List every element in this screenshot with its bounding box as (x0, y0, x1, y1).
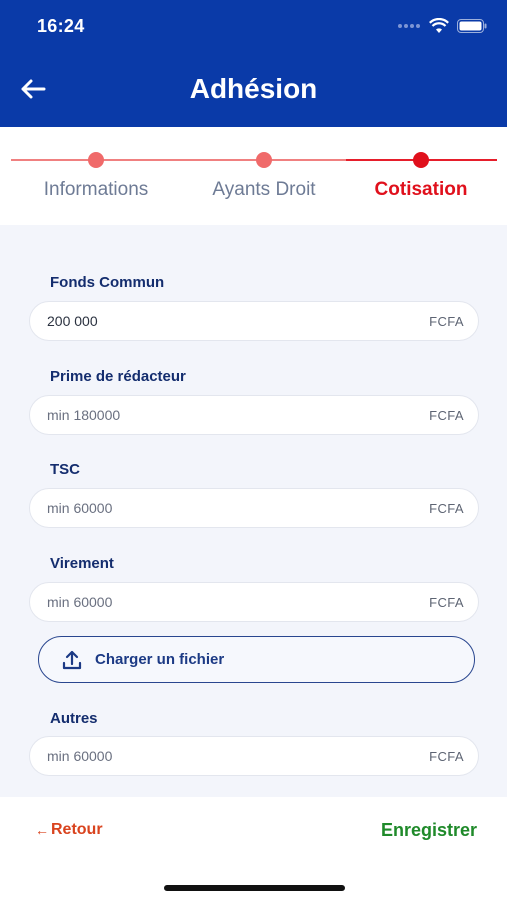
currency-unit: FCFA (429, 408, 464, 423)
wifi-icon (429, 18, 449, 33)
step-connector (11, 159, 96, 161)
back-step-button[interactable]: ← Retour (35, 821, 103, 839)
fonds-commun-field: FCFA (29, 301, 479, 341)
signal-icon (398, 24, 420, 28)
upload-file-label: Charger un fichier (95, 651, 225, 668)
status-time: 16:24 (37, 16, 85, 36)
home-indicator (164, 885, 345, 891)
nav-bar: Adhésion (0, 62, 507, 114)
field-label-virement: Virement (50, 555, 114, 572)
upload-icon (62, 650, 82, 669)
page-title: Adhésion (189, 73, 318, 104)
step-dot-ayants-droit (256, 152, 272, 168)
status-bar: 16:24 (0, 0, 507, 52)
tsc-input[interactable] (47, 489, 377, 527)
stepper: Informations Ayants Droit Cotisation (0, 127, 507, 225)
step-tab-informations[interactable]: Informations (44, 179, 149, 201)
currency-unit: FCFA (429, 501, 464, 516)
currency-unit: FCFA (429, 595, 464, 610)
step-tab-cotisation[interactable]: Cotisation (375, 179, 468, 201)
step-connector (96, 159, 264, 161)
fonds-commun-input[interactable] (47, 302, 377, 340)
status-icons (397, 16, 487, 36)
save-button[interactable]: Enregistrer (381, 820, 477, 841)
currency-unit: FCFA (429, 314, 464, 329)
back-step-label: Retour (51, 821, 103, 838)
autres-field: FCFA (29, 736, 479, 776)
footer-actions: ← Retour Enregistrer (0, 797, 507, 900)
currency-unit: FCFA (429, 749, 464, 764)
field-label-fonds-commun: Fonds Commun (50, 274, 165, 291)
step-tab-ayants-droit[interactable]: Ayants Droit (212, 179, 315, 201)
field-label-autres: Autres (50, 710, 98, 727)
arrow-left-icon: ← (35, 822, 49, 838)
prime-redacteur-field: FCFA (29, 395, 479, 435)
virement-field: FCFA (29, 582, 479, 622)
prime-redacteur-input[interactable] (47, 396, 377, 434)
step-dot-cotisation (413, 152, 429, 168)
field-label-tsc: TSC (50, 461, 80, 478)
field-label-prime-redacteur: Prime de rédacteur (50, 368, 186, 385)
contribution-form: Fonds Commun FCFA Prime de rédacteur FCF… (0, 225, 507, 797)
virement-input[interactable] (47, 583, 377, 621)
upload-file-button[interactable]: Charger un fichier (38, 636, 475, 683)
step-connector (264, 159, 346, 161)
step-dot-informations (88, 152, 104, 168)
autres-input[interactable] (47, 737, 377, 775)
tsc-field: FCFA (29, 488, 479, 528)
app-header: 16:24 Adhésion (0, 0, 507, 127)
battery-icon (457, 19, 487, 33)
